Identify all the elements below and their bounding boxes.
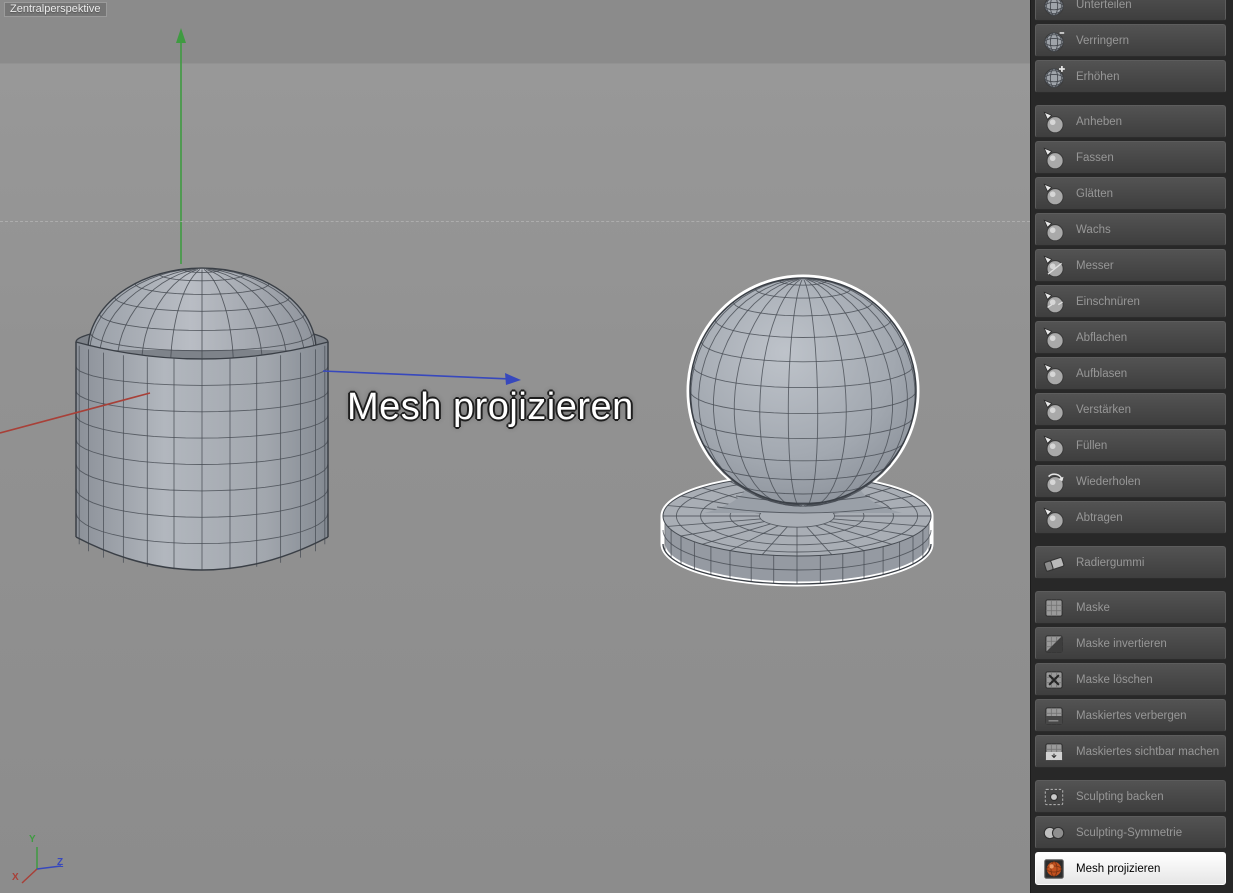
sidebar-item-label: Aufblasen (1076, 367, 1128, 380)
bake-icon (1041, 784, 1067, 810)
sidebar-item-label: Radiergummi (1076, 556, 1145, 569)
sidebar-item-label: Füllen (1076, 439, 1108, 452)
camera-label: Zentralperspektive (4, 2, 107, 17)
sidebar-item-mask-invert[interactable]: Maske invertieren (1035, 627, 1226, 660)
application-window: Zentralperspektive Mesh projizieren Y Z … (0, 0, 1233, 893)
increase-icon (1041, 64, 1067, 90)
symmetry-icon (1041, 820, 1067, 846)
sidebar-item-label: Unterteilen (1076, 0, 1132, 11)
mask-icon (1041, 595, 1067, 621)
sidebar-item-smooth[interactable]: Glätten (1035, 177, 1226, 210)
axis-gizmo-z-label: Z (57, 857, 64, 868)
amplify-icon (1041, 397, 1067, 423)
sidebar-item-mask[interactable]: Maske (1035, 591, 1226, 624)
sidebar-item-label: Fassen (1076, 151, 1114, 164)
horizon-dashed-line (0, 221, 1030, 222)
viewport-3d[interactable]: Zentralperspektive Mesh projizieren Y Z … (0, 0, 1030, 893)
sidebar-item-label: Einschnüren (1076, 295, 1140, 308)
axis-gizmo-x-label: X (12, 872, 19, 883)
sidebar-item-bake[interactable]: Sculpting backen (1035, 780, 1226, 813)
sidebar-item-scrape[interactable]: Abtragen (1035, 501, 1226, 534)
tool-overlay-text: Mesh projizieren (347, 386, 634, 428)
sidebar-item-flatten[interactable]: Abflachen (1035, 321, 1226, 354)
sidebar-item-label: Anheben (1076, 115, 1123, 128)
pull-icon (1041, 109, 1067, 135)
sidebar-item-eraser[interactable]: Radiergummi (1035, 546, 1226, 579)
sidebar-item-label: Maske invertieren (1076, 637, 1167, 650)
sidebar-item-label: Abflachen (1076, 331, 1128, 344)
pinch-icon (1041, 289, 1067, 315)
sidebar-item-label: Mesh projizieren (1076, 862, 1161, 875)
wax-icon (1041, 217, 1067, 243)
knife-icon (1041, 253, 1067, 279)
sidebar-item-label: Erhöhen (1076, 70, 1120, 83)
mask-hide-icon (1041, 703, 1067, 729)
fill-icon (1041, 433, 1067, 459)
sidebar-item-increase[interactable]: Erhöhen (1035, 60, 1226, 93)
subdivide-icon (1041, 0, 1067, 18)
sidebar-item-label: Verstärken (1076, 403, 1131, 416)
sidebar-button-list: Unterteilen Verringern Erhöhen Anheben Fasse… (1035, 0, 1226, 885)
flatten-icon (1041, 325, 1067, 351)
sidebar-item-mask-hide[interactable]: Maskiertes verbergen (1035, 699, 1226, 732)
sidebar-item-label: Abtragen (1076, 511, 1123, 524)
sidebar-item-label: Wiederholen (1076, 475, 1141, 488)
scrape-icon (1041, 505, 1067, 531)
mask-invert-icon (1041, 631, 1067, 657)
sidebar-item-label: Sculpting backen (1076, 790, 1164, 803)
grab-icon (1041, 145, 1067, 171)
sidebar-item-repeat[interactable]: Wiederholen (1035, 465, 1226, 498)
sidebar-item-grab[interactable]: Fassen (1035, 141, 1226, 174)
sidebar-item-symmetry[interactable]: Sculpting-Symmetrie (1035, 816, 1226, 849)
sidebar-item-subdivide[interactable]: Unterteilen (1035, 0, 1226, 21)
sidebar-item-label: Maske löschen (1076, 673, 1153, 686)
viewport-3d-scene[interactable] (0, 0, 1030, 893)
sidebar-item-label: Maskiertes sichtbar machen (1076, 745, 1220, 758)
sidebar-item-mask-show[interactable]: Maskiertes sichtbar machen (1035, 735, 1226, 768)
sidebar-item-label: Verringern (1076, 34, 1130, 47)
sidebar-item-label: Wachs (1076, 223, 1111, 236)
smooth-icon (1041, 181, 1067, 207)
sidebar-item-amplify[interactable]: Verstärken (1035, 393, 1226, 426)
eraser-icon (1041, 550, 1067, 576)
sidebar-item-fill[interactable]: Füllen (1035, 429, 1226, 462)
sidebar-item-label: Maskiertes verbergen (1076, 709, 1187, 722)
axis-gizmo-y-label: Y (29, 834, 36, 845)
sidebar-item-inflate[interactable]: Aufblasen (1035, 357, 1226, 390)
sidebar-item-wax[interactable]: Wachs (1035, 213, 1226, 246)
sidebar-item-decrease[interactable]: Verringern (1035, 24, 1226, 57)
mask-delete-icon (1041, 667, 1067, 693)
sculpt-tool-sidebar: Unterteilen Verringern Erhöhen Anheben Fasse… (1030, 0, 1233, 893)
sidebar-item-pull[interactable]: Anheben (1035, 105, 1226, 138)
sidebar-item-label: Glätten (1076, 187, 1114, 200)
sidebar-item-label: Messer (1076, 259, 1114, 272)
sidebar-item-label: Maske (1076, 601, 1110, 614)
sidebar-item-mask-delete[interactable]: Maske löschen (1035, 663, 1226, 696)
sidebar-item-pinch[interactable]: Einschnüren (1035, 285, 1226, 318)
mesh-project-icon (1041, 856, 1067, 882)
inflate-icon (1041, 361, 1067, 387)
decrease-icon (1041, 28, 1067, 54)
sidebar-item-label: Sculpting-Symmetrie (1076, 826, 1183, 839)
repeat-icon (1041, 469, 1067, 495)
sidebar-item-mesh-project[interactable]: Mesh projizieren (1035, 852, 1226, 885)
sidebar-item-knife[interactable]: Messer (1035, 249, 1226, 282)
mask-show-icon (1041, 739, 1067, 765)
